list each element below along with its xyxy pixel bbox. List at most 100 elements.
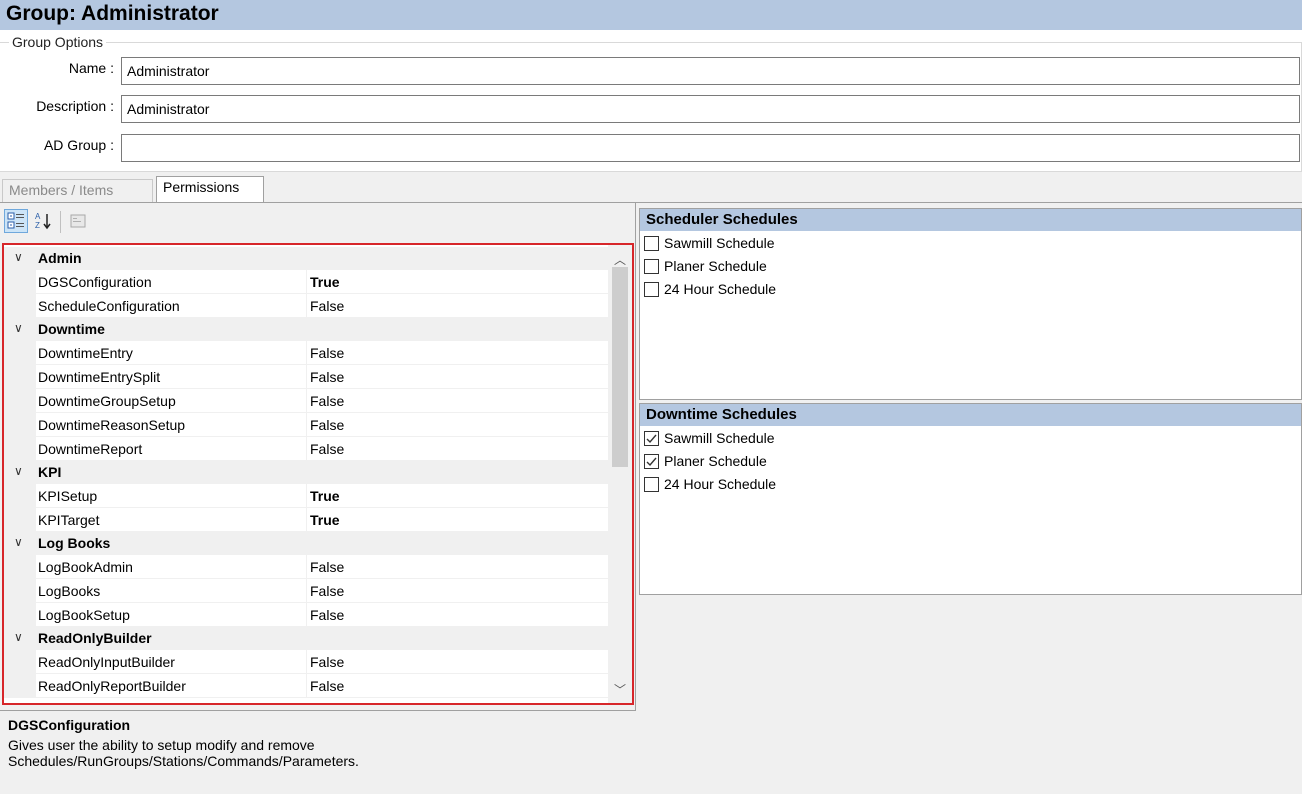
property-value[interactable]: False	[310, 393, 344, 409]
checkbox-checked[interactable]	[644, 431, 659, 446]
column-splitter	[306, 508, 307, 532]
property-name: DowntimeEntry	[38, 345, 133, 361]
property-value[interactable]: True	[310, 512, 340, 528]
property-value[interactable]: False	[310, 583, 344, 599]
property-row[interactable]: ReadOnlyReportBuilder False	[4, 674, 608, 698]
scrollbar-thumb[interactable]	[612, 267, 628, 467]
lower-area: Members / Items Permissions A Z ∨ Admin …	[0, 172, 1302, 794]
name-field[interactable]	[121, 57, 1300, 85]
property-row[interactable]: LogBooks False	[4, 579, 608, 603]
schedule-item[interactable]: 24 Hour Schedule	[644, 474, 1244, 496]
chevron-down-icon[interactable]: ∨	[14, 321, 23, 335]
row-gutter	[4, 579, 36, 603]
property-value[interactable]: False	[310, 298, 344, 314]
schedule-label: Planer Schedule	[664, 258, 767, 274]
scroll-up-icon[interactable]: ︿	[614, 251, 626, 268]
schedule-item[interactable]: Sawmill Schedule	[644, 233, 1244, 255]
property-name: ScheduleConfiguration	[38, 298, 180, 314]
scheduler-schedules-panel: Scheduler Schedules Sawmill Schedule Plan…	[639, 208, 1302, 400]
category-row[interactable]: ∨ Admin	[4, 247, 608, 270]
property-row[interactable]: LogBookAdmin False	[4, 555, 608, 579]
chevron-down-icon[interactable]: ∨	[14, 464, 23, 478]
category-name: Log Books	[38, 535, 111, 551]
property-name: LogBookAdmin	[38, 559, 133, 575]
property-row[interactable]: LogBookSetup False	[4, 603, 608, 627]
property-grid-toolbar: A Z	[0, 203, 636, 241]
description-field[interactable]	[121, 95, 1300, 123]
scroll-down-icon[interactable]: ﹀	[614, 681, 626, 698]
window-title: Group: Administrator	[6, 2, 219, 25]
svg-text:A: A	[35, 212, 41, 221]
checkbox-unchecked[interactable]	[644, 477, 659, 492]
column-splitter	[306, 294, 307, 318]
schedule-item[interactable]: Sawmill Schedule	[644, 428, 1244, 450]
column-splitter	[306, 365, 307, 389]
checkbox-unchecked[interactable]	[644, 259, 659, 274]
category-name: Admin	[38, 250, 82, 266]
categorized-view-button[interactable]	[4, 209, 28, 233]
property-value[interactable]: False	[310, 369, 344, 385]
toolbar-separator	[60, 211, 61, 233]
name-label: Name :	[68, 60, 114, 76]
property-row[interactable]: DowntimeEntrySplit False	[4, 365, 608, 389]
property-row[interactable]: DowntimeEntry False	[4, 341, 608, 365]
property-name: DowntimeGroupSetup	[38, 393, 176, 409]
schedule-item[interactable]: Planer Schedule	[644, 256, 1244, 278]
property-value[interactable]: False	[310, 441, 344, 457]
chevron-down-icon[interactable]: ∨	[14, 630, 23, 644]
property-value[interactable]: True	[310, 488, 340, 504]
category-row[interactable]: ∨ ReadOnlyBuilder	[4, 627, 608, 650]
property-row[interactable]: KPITarget True	[4, 508, 608, 532]
ad-group-field[interactable]	[121, 134, 1300, 162]
property-value[interactable]: True	[310, 274, 340, 290]
property-row[interactable]: DowntimeGroupSetup False	[4, 389, 608, 413]
category-row[interactable]: ∨ Log Books	[4, 532, 608, 555]
property-value[interactable]: False	[310, 559, 344, 575]
checkbox-unchecked[interactable]	[644, 282, 659, 297]
property-row[interactable]: DowntimeReasonSetup False	[4, 413, 608, 437]
property-value[interactable]: False	[310, 678, 344, 694]
category-name: ReadOnlyBuilder	[38, 630, 152, 646]
title-bar: Group: Administrator	[0, 0, 1302, 30]
permissions-panel: A Z ∨ Admin DGSConfiguration True ScheduleCo…	[0, 203, 636, 794]
property-row[interactable]: ReadOnlyInputBuilder False	[4, 650, 608, 674]
property-name: ReadOnlyReportBuilder	[38, 678, 186, 694]
property-row[interactable]: DGSConfiguration True	[4, 270, 608, 294]
checkbox-checked[interactable]	[644, 454, 659, 469]
schedule-item[interactable]: Planer Schedule	[644, 451, 1244, 473]
row-gutter	[4, 365, 36, 389]
property-value[interactable]: False	[310, 607, 344, 623]
tab-members-items[interactable]: Members / Items	[2, 179, 153, 202]
property-name: DowntimeReport	[38, 441, 143, 457]
vertical-scrollbar[interactable]: ︿ ﹀	[608, 245, 632, 703]
checkbox-unchecked[interactable]	[644, 236, 659, 251]
alphabetical-sort-button[interactable]: A Z	[31, 209, 55, 233]
property-row[interactable]: KPISetup True	[4, 484, 608, 508]
category-row[interactable]: ∨ Downtime	[4, 318, 608, 341]
row-gutter	[4, 341, 36, 365]
property-value[interactable]: False	[310, 345, 344, 361]
category-row[interactable]: ∨ KPI	[4, 461, 608, 484]
column-splitter	[306, 437, 307, 461]
property-row[interactable]: DowntimeReport False	[4, 437, 608, 461]
categorized-view-icon	[7, 212, 24, 229]
schedule-label: 24 Hour Schedule	[664, 281, 777, 297]
property-value[interactable]: False	[310, 417, 344, 433]
property-name: DowntimeEntrySplit	[38, 369, 161, 385]
tab-permissions[interactable]: Permissions	[156, 176, 264, 202]
schedule-item[interactable]: 24 Hour Schedule	[644, 279, 1244, 301]
property-row[interactable]: ScheduleConfiguration False	[4, 294, 608, 318]
property-value[interactable]: False	[310, 654, 344, 670]
svg-text:Z: Z	[35, 221, 40, 230]
row-gutter	[4, 674, 36, 698]
property-name: LogBookSetup	[38, 607, 130, 623]
checkmark-icon	[646, 434, 657, 444]
column-splitter	[306, 603, 307, 627]
property-name: KPITarget	[38, 512, 100, 528]
row-gutter	[4, 389, 36, 413]
chevron-down-icon[interactable]: ∨	[14, 535, 23, 549]
column-splitter	[306, 484, 307, 508]
chevron-down-icon[interactable]: ∨	[14, 250, 23, 264]
property-pages-button[interactable]	[66, 209, 90, 233]
property-name: DGSConfiguration	[38, 274, 152, 290]
